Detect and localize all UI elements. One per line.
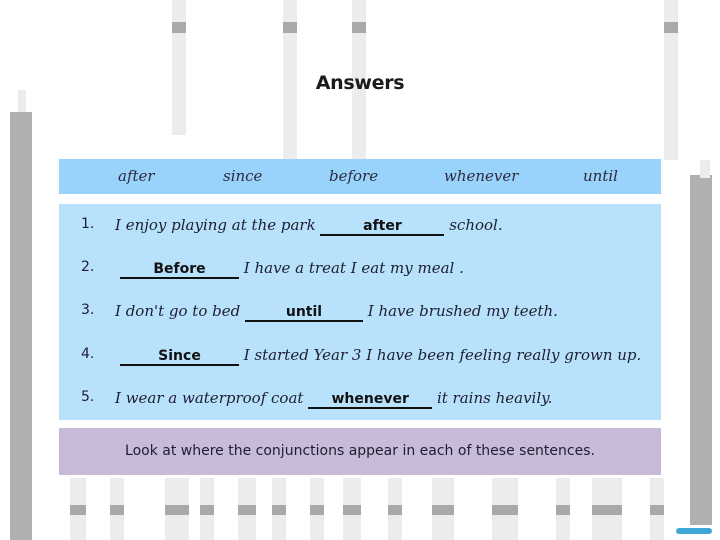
sentence-text: I enjoy playing at the park after school… (115, 216, 503, 236)
sentence-row: 4. Since I started Year 3 I have been fe… (59, 346, 661, 368)
pencil-stroke-right (690, 175, 712, 525)
sentence-end: it rains heavily. (432, 389, 553, 407)
word-bank-item: until (583, 167, 618, 185)
answer-blank: after (320, 218, 445, 236)
sentence-start: I enjoy playing at the park (115, 216, 321, 234)
pencil-stroke (172, 0, 186, 135)
sentence-row: 2. Before I have a treat I eat my meal . (59, 259, 661, 281)
pencil-stroke-band (283, 22, 297, 33)
answer-blank: Before (120, 261, 239, 279)
sentence-number: 4. (81, 346, 95, 362)
sentence-row: 3. I don't go to bed until I have brushe… (59, 302, 661, 324)
pencil-stroke-band (556, 505, 570, 515)
pencil-stroke-band (272, 505, 286, 515)
pencil-stroke-band (664, 22, 678, 33)
sentence-end: I started Year 3 I have been feeling rea… (239, 346, 642, 364)
pencil-stroke-left (10, 112, 32, 540)
pencil-stroke-band (592, 505, 622, 515)
pencil-stroke-band (343, 505, 361, 515)
sentence-row: 1. I enjoy playing at the park after sch… (59, 216, 661, 238)
sentence-text: I wear a waterproof coat whenever it rai… (115, 389, 552, 409)
sentence-number: 5. (81, 389, 95, 405)
pencil-stroke-band (200, 505, 214, 515)
sentence-number: 2. (81, 259, 95, 275)
sentence-text: Before I have a treat I eat my meal . (120, 259, 464, 279)
sentence-list: 1. I enjoy playing at the park after sch… (59, 204, 661, 420)
sentence-number: 3. (81, 302, 95, 318)
pencil-stroke-right-tip (700, 160, 710, 178)
word-bank-item: after (118, 167, 155, 185)
sentence-start: I wear a waterproof coat (115, 389, 309, 407)
pencil-stroke-band (70, 505, 86, 515)
sentence-row: 5. I wear a waterproof coat whenever it … (59, 389, 661, 411)
sentence-end: I have a treat I eat my meal . (239, 259, 464, 277)
pencil-stroke-band (165, 505, 189, 515)
pencil-stroke-band (172, 22, 186, 33)
pencil-stroke-band (352, 22, 366, 33)
answer-blank: Since (120, 348, 239, 366)
pencil-stroke-band (310, 505, 324, 515)
word-bank-item: since (223, 167, 263, 185)
sentence-text: Since I started Year 3 I have been feeli… (120, 346, 641, 366)
publisher-logo-icon (676, 528, 712, 534)
word-bank: after since before whenever until (59, 159, 661, 194)
pencil-stroke-band (238, 505, 256, 515)
pencil-stroke-band (388, 505, 402, 515)
sentence-number: 1. (81, 216, 95, 232)
word-bank-item: before (329, 167, 379, 185)
pencil-stroke-band (492, 505, 518, 515)
word-bank-item: whenever (444, 167, 519, 185)
sentence-end: I have brushed my teeth. (362, 302, 558, 320)
sentence-start: I don't go to bed (115, 302, 245, 320)
sentence-end: school. (444, 216, 503, 234)
answer-blank: whenever (308, 391, 433, 409)
pencil-stroke-band (650, 505, 664, 515)
tip-box: Look at where the conjunctions appear in… (59, 428, 661, 475)
answer-blank: until (244, 304, 363, 322)
pencil-stroke-band (432, 505, 454, 515)
pencil-stroke-band (110, 505, 124, 515)
sentence-text: I don't go to bed until I have brushed m… (115, 302, 558, 322)
tip-text: Look at where the conjunctions appear in… (125, 443, 595, 459)
page-title: Answers (315, 72, 405, 94)
